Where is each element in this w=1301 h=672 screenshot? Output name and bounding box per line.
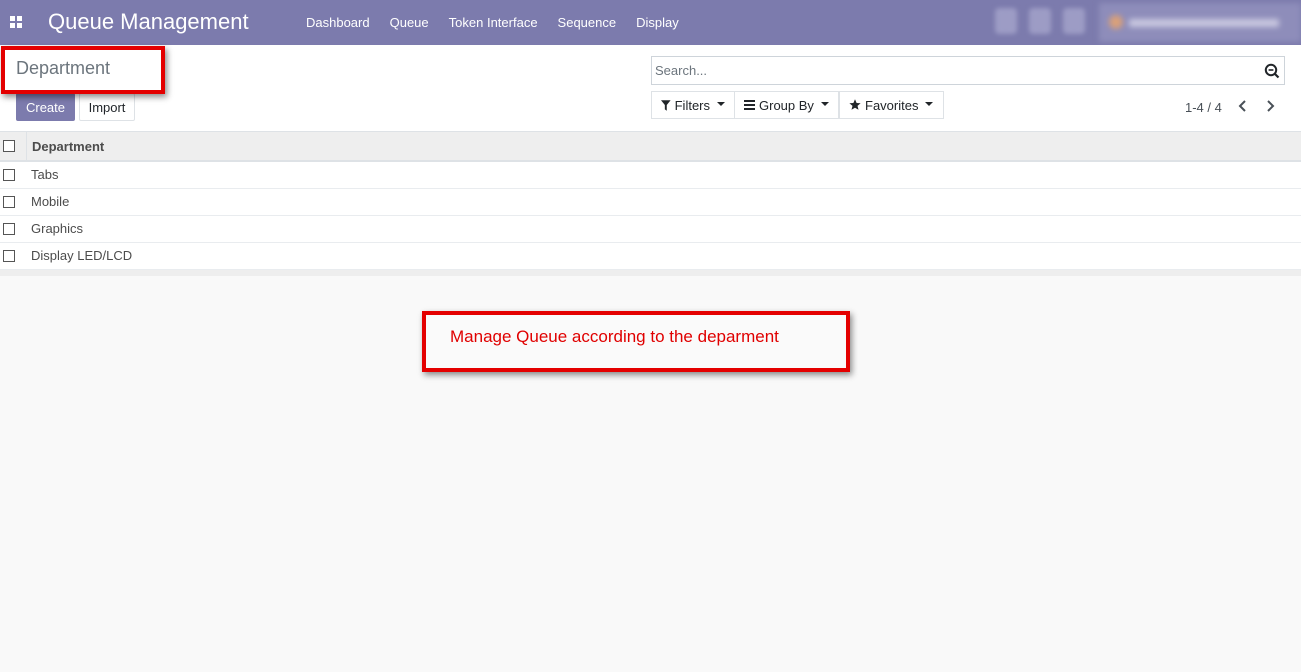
- table-footer: [0, 270, 1301, 276]
- blurred-user-name: [1129, 19, 1279, 27]
- department-name: Mobile: [31, 194, 70, 209]
- menu-item-display[interactable]: Display: [626, 0, 689, 45]
- chevron-left-icon[interactable]: [1234, 96, 1252, 116]
- department-name: Graphics: [31, 221, 84, 236]
- group-by-label: Group By: [759, 97, 814, 113]
- menu-item-dashboard[interactable]: Dashboard: [296, 0, 380, 45]
- row-checkbox[interactable]: [3, 250, 15, 262]
- search-box: [651, 56, 1285, 85]
- control-panel: Department Create Import Filters Group B…: [0, 45, 1301, 132]
- create-button[interactable]: Create: [16, 93, 75, 121]
- systray: [995, 8, 1085, 34]
- apps-grid-icon[interactable]: [10, 16, 23, 29]
- filters-label: Filters: [674, 97, 710, 113]
- filter-icon: [661, 99, 671, 111]
- top-navbar: Queue Management Dashboard Queue Token I…: [0, 0, 1301, 45]
- department-list: Department Tabs Mobile Graphics Display …: [0, 132, 1301, 276]
- column-header-department[interactable]: Department: [32, 139, 104, 154]
- user-menu-blurred[interactable]: [1099, 3, 1301, 42]
- menu-item-sequence[interactable]: Sequence: [548, 0, 627, 45]
- favorites-button[interactable]: Favorites: [839, 91, 944, 119]
- app-title[interactable]: Queue Management: [48, 9, 249, 35]
- department-name: Tabs: [31, 167, 59, 182]
- caret-down-icon: [820, 102, 829, 106]
- filters-button[interactable]: Filters: [651, 91, 735, 119]
- row-checkbox[interactable]: [3, 169, 15, 181]
- blurred-systray-icon[interactable]: [1029, 8, 1051, 34]
- bars-icon: [744, 100, 755, 110]
- blurred-systray-icon[interactable]: [995, 8, 1017, 34]
- row-checkbox[interactable]: [3, 223, 15, 235]
- table-header: Department: [0, 132, 1301, 162]
- caret-down-icon: [717, 102, 725, 106]
- annotation-text: Manage Queue according to the deparment: [450, 327, 779, 346]
- search-icon[interactable]: [1264, 63, 1280, 79]
- import-button[interactable]: Import: [79, 93, 135, 121]
- favorites-label: Favorites: [865, 97, 919, 113]
- star-icon: [849, 99, 861, 110]
- breadcrumb-highlight-box: [1, 46, 165, 94]
- select-all-checkbox[interactable]: [3, 140, 15, 152]
- menu-item-queue[interactable]: Queue: [380, 0, 439, 45]
- annotation-callout: Manage Queue according to the deparment: [422, 311, 850, 372]
- table-row[interactable]: Tabs: [0, 162, 1301, 189]
- blurred-systray-icon[interactable]: [1063, 8, 1085, 34]
- header-divider: [26, 132, 27, 160]
- table-row[interactable]: Mobile: [0, 189, 1301, 216]
- menu-item-token-interface[interactable]: Token Interface: [439, 0, 548, 45]
- group-by-button[interactable]: Group By: [734, 91, 839, 119]
- caret-down-icon: [925, 102, 934, 106]
- pager-value[interactable]: 1-4 / 4: [1185, 100, 1222, 115]
- avatar: [1109, 15, 1123, 29]
- search-input[interactable]: [655, 60, 1245, 80]
- row-checkbox[interactable]: [3, 196, 15, 208]
- main-menu: Dashboard Queue Token Interface Sequence…: [296, 0, 689, 45]
- department-name: Display LED/LCD: [31, 248, 133, 263]
- table-row[interactable]: Graphics: [0, 216, 1301, 243]
- table-row[interactable]: Display LED/LCD: [0, 243, 1301, 270]
- chevron-right-icon[interactable]: [1261, 96, 1279, 116]
